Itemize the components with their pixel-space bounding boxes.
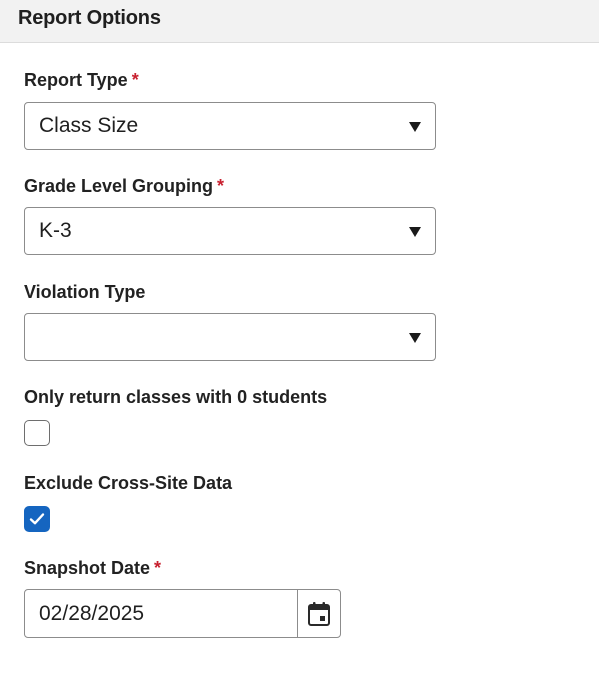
exclude-cross-site-label-text: Exclude Cross-Site Data	[24, 473, 233, 493]
required-asterisk: *	[131, 70, 139, 90]
page-title: Report Options	[18, 6, 161, 29]
required-asterisk: *	[154, 558, 162, 578]
chevron-down-icon	[409, 333, 421, 343]
violation-type-label: Violation Type	[24, 282, 145, 303]
only-zero-students-checkbox[interactable]	[24, 420, 50, 446]
report-type-select[interactable]: Class Size	[24, 102, 436, 150]
only-zero-students-label: Only return classes with 0 students	[24, 387, 327, 408]
grade-level-grouping-label: Grade Level Grouping *	[24, 176, 224, 197]
calendar-button[interactable]	[297, 590, 340, 637]
report-type-value: Class Size	[39, 114, 139, 137]
chevron-down-icon	[409, 122, 421, 132]
grade-level-grouping-label-text: Grade Level Grouping	[24, 176, 214, 196]
grade-level-grouping-value: K-3	[39, 219, 72, 242]
chevron-down-icon	[409, 227, 421, 237]
checkmark-icon	[29, 513, 45, 525]
violation-type-label-text: Violation Type	[24, 282, 146, 302]
exclude-cross-site-label: Exclude Cross-Site Data	[24, 473, 232, 494]
grade-level-grouping-select[interactable]: K-3	[24, 207, 436, 255]
snapshot-date-value[interactable]: 02/28/2025	[25, 602, 297, 626]
snapshot-date-label: Snapshot Date *	[24, 558, 161, 579]
report-options-header: Report Options	[0, 0, 599, 43]
only-zero-students-label-text: Only return classes with 0 students	[24, 387, 328, 407]
report-type-label: Report Type *	[24, 70, 139, 91]
required-asterisk: *	[217, 176, 225, 196]
violation-type-select[interactable]	[24, 313, 436, 361]
snapshot-date-field[interactable]: 02/28/2025	[24, 589, 341, 638]
calendar-icon	[308, 601, 330, 626]
exclude-cross-site-checkbox[interactable]	[24, 506, 50, 532]
report-type-label-text: Report Type	[24, 70, 128, 90]
snapshot-date-label-text: Snapshot Date	[24, 558, 151, 578]
